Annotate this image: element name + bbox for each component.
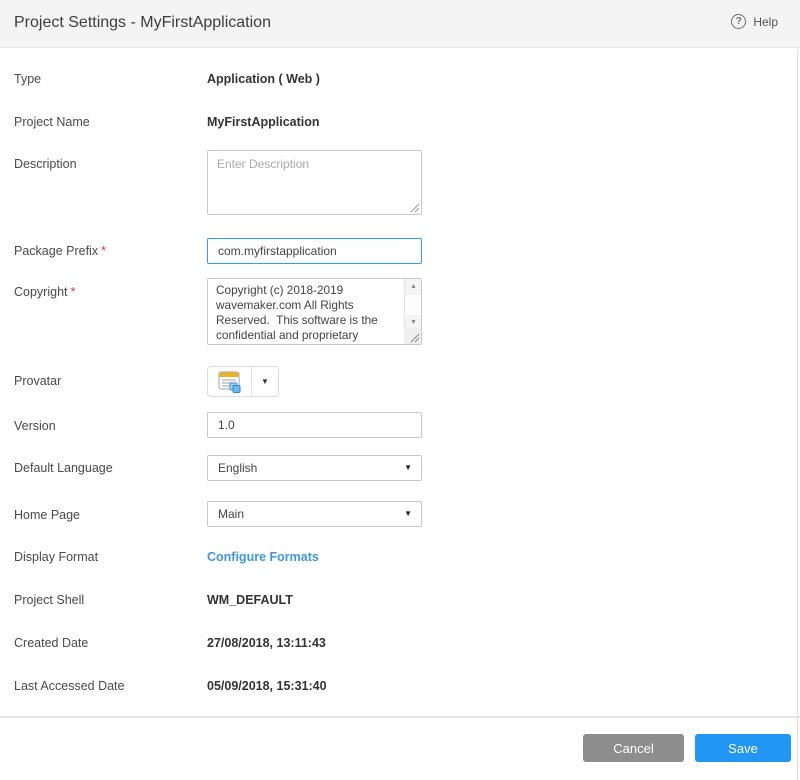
project-name-label: Project Name <box>14 115 90 129</box>
description-textarea[interactable]: Enter Description <box>207 150 422 215</box>
project-shell-label: Project Shell <box>14 593 84 607</box>
type-value: Application ( Web ) <box>207 72 320 86</box>
provatar-dropdown-caret[interactable]: ▼ <box>252 367 278 396</box>
display-format-label: Display Format <box>14 550 98 564</box>
help-label: Help <box>753 15 778 29</box>
required-asterisk: * <box>71 285 76 299</box>
last-accessed-date-value: 05/09/2018, 15:31:40 <box>207 679 327 693</box>
help-question-icon: ? <box>731 14 746 29</box>
default-language-value: English <box>218 461 257 475</box>
copyright-label: Copyright* <box>14 285 75 299</box>
resize-grip-icon[interactable] <box>408 201 420 213</box>
chevron-down-icon: ▼ <box>404 456 412 480</box>
settings-form: Type Application ( Web ) Project Name My… <box>0 49 798 780</box>
configure-formats-link[interactable]: Configure Formats <box>207 550 319 564</box>
provatar-current-icon[interactable] <box>208 367 252 396</box>
package-prefix-input[interactable] <box>207 238 422 264</box>
copyright-textarea[interactable]: Copyright (c) 2018-2019 wavemaker.com Al… <box>207 278 422 345</box>
description-placeholder: Enter Description <box>217 157 309 171</box>
project-shell-value: WM_DEFAULT <box>207 593 293 607</box>
copyright-text: Copyright (c) 2018-2019 wavemaker.com Al… <box>216 283 388 345</box>
default-language-label: Default Language <box>14 461 113 475</box>
type-label: Type <box>14 72 41 86</box>
scrollbar-track[interactable] <box>405 295 422 315</box>
project-settings-dialog: Project Settings - MyFirstApplication ? … <box>0 0 800 780</box>
default-language-select[interactable]: English ▼ <box>207 455 422 481</box>
version-label: Version <box>14 419 56 433</box>
package-prefix-label: Package Prefix* <box>14 244 106 258</box>
provatar-picker-button[interactable]: ▼ <box>207 366 279 397</box>
resize-grip-icon[interactable] <box>408 331 420 343</box>
chevron-down-icon: ▼ <box>404 502 412 526</box>
project-name-value: MyFirstApplication <box>207 115 320 129</box>
footer-divider <box>0 716 800 718</box>
scroll-up-icon[interactable]: ▲ <box>405 279 422 295</box>
last-accessed-date-label: Last Accessed Date <box>14 679 124 693</box>
description-label: Description <box>14 157 77 171</box>
save-button[interactable]: Save <box>695 734 791 762</box>
provatar-table-icon <box>217 370 243 394</box>
home-page-label: Home Page <box>14 508 80 522</box>
required-asterisk: * <box>101 244 106 258</box>
home-page-value: Main <box>218 507 244 521</box>
dialog-header: Project Settings - MyFirstApplication ? … <box>0 0 800 48</box>
help-button[interactable]: ? Help <box>731 14 778 29</box>
created-date-value: 27/08/2018, 13:11:43 <box>207 636 326 650</box>
created-date-label: Created Date <box>14 636 88 650</box>
provatar-label: Provatar <box>14 374 61 388</box>
cancel-button[interactable]: Cancel <box>583 734 684 762</box>
home-page-select[interactable]: Main ▼ <box>207 501 422 527</box>
version-input[interactable] <box>207 412 422 438</box>
page-title: Project Settings - MyFirstApplication <box>14 14 271 32</box>
